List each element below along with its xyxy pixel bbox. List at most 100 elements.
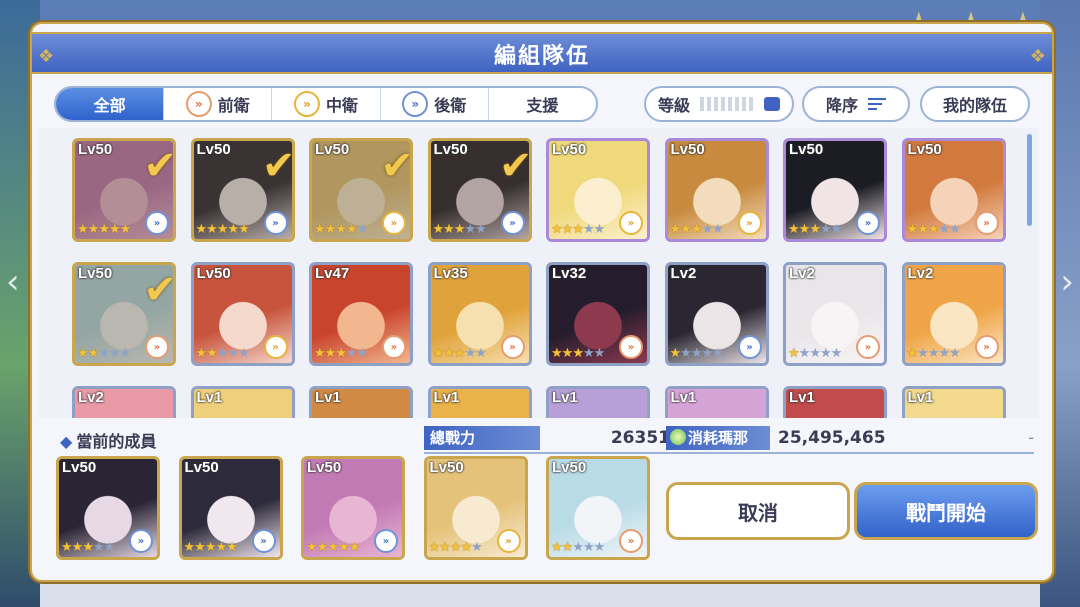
star-icon: ★ xyxy=(238,222,250,237)
member-card[interactable]: Lv50 ★★★★★» xyxy=(56,456,160,560)
tab-2[interactable]: » 中衛 xyxy=(272,88,381,120)
front-role-icon: » xyxy=(619,335,643,359)
character-card[interactable]: Lv50 ★★★★★» ✔ xyxy=(72,138,176,242)
star-rating: ★★★★★ xyxy=(77,346,132,361)
star-rating: ★★★★★ xyxy=(551,222,605,237)
member-card[interactable]: Lv50 ★★★★★» xyxy=(546,456,650,560)
character-card[interactable]: Lv2 ★★★★★» xyxy=(783,262,887,366)
tab-3[interactable]: » 後衛 xyxy=(381,88,489,120)
character-card[interactable]: Lv1 xyxy=(664,386,769,418)
star-icon: ★ xyxy=(906,222,919,237)
star-icon: ★ xyxy=(830,222,843,237)
front-role-icon: » xyxy=(500,335,525,359)
character-card[interactable]: Lv50 ★★★★★» xyxy=(901,138,1006,242)
star-icon: ★ xyxy=(98,222,110,237)
character-card[interactable]: Lv50 ★★★★★» xyxy=(783,138,887,242)
star-icon: ★ xyxy=(582,222,595,237)
star-icon: ★ xyxy=(561,222,574,237)
checkmark-icon: ✔ xyxy=(498,143,532,189)
character-card[interactable]: Lv50 ★★★★★» ✔ xyxy=(427,138,532,242)
level-label: Lv1 xyxy=(196,389,223,406)
sort-descending-icon xyxy=(868,98,886,110)
member-card[interactable]: Lv50 ★★★★★» xyxy=(178,456,283,560)
character-card[interactable]: Lv47 ★★★★★» xyxy=(309,262,413,366)
member-card[interactable]: Lv50 ★★★★★» xyxy=(301,456,405,560)
tab-0[interactable]: 全部 xyxy=(56,88,165,120)
member-card[interactable]: Lv50 ★★★★★» xyxy=(423,456,528,560)
cancel-button[interactable]: 取消 xyxy=(666,482,850,540)
star-icon: ★ xyxy=(917,222,929,237)
star-rating: ★★★★★ xyxy=(77,222,131,237)
star-icon: ★ xyxy=(77,222,89,237)
level-label: Lv35 xyxy=(433,265,468,282)
star-icon: ★ xyxy=(119,346,132,361)
character-card[interactable]: Lv50 ★★★★★» ✔ xyxy=(72,262,176,366)
star-icon: ★ xyxy=(432,222,445,237)
character-card[interactable]: Lv2 ★★★★★» xyxy=(901,262,1006,366)
star-icon: ★ xyxy=(475,222,487,237)
character-card[interactable]: Lv1 xyxy=(309,386,413,418)
level-sort-button[interactable]: 等級 xyxy=(644,86,794,122)
character-card[interactable]: Lv1 xyxy=(546,386,650,418)
character-card[interactable]: Lv2 xyxy=(72,386,176,418)
front-role-icon: » xyxy=(382,335,406,359)
character-card[interactable]: Lv32 ★★★★★» xyxy=(546,262,650,366)
back-role-icon: » xyxy=(129,529,153,553)
scrollbar[interactable] xyxy=(1027,134,1032,226)
corner-ornament-icon: ❖ xyxy=(1029,46,1046,67)
mana-cost-value: 25,495,465 xyxy=(778,428,886,448)
star-icon: ★ xyxy=(572,222,584,237)
level-label: Lv50 xyxy=(552,141,587,158)
star-icon: ★ xyxy=(324,222,337,237)
star-icon: ★ xyxy=(98,346,110,361)
right-arrow-icon[interactable]: › xyxy=(1060,262,1074,302)
level-label: Lv1 xyxy=(907,389,934,406)
star-icon: ★ xyxy=(345,222,358,237)
level-label: Lv2 xyxy=(907,265,934,282)
character-card[interactable]: Lv2 ★★★★★» xyxy=(664,262,769,366)
character-card[interactable]: Lv50 ★★★★★» xyxy=(546,138,650,242)
character-card[interactable]: Lv50 ★★★★★» ✔ xyxy=(309,138,413,242)
star-icon: ★ xyxy=(71,540,84,555)
character-card[interactable]: Lv50 ★★★★★» xyxy=(664,138,769,242)
order-button[interactable]: 降序 xyxy=(802,86,910,122)
character-card[interactable]: Lv1 xyxy=(427,386,532,418)
star-rating: ★★★★★ xyxy=(314,346,368,361)
star-rating: ★★★★★ xyxy=(906,222,961,237)
star-icon: ★ xyxy=(206,222,218,237)
checkmark-icon: ✔ xyxy=(380,143,413,189)
tab-1[interactable]: » 前衛 xyxy=(164,88,273,120)
start-battle-button[interactable]: 戰鬥開始 xyxy=(854,482,1038,540)
left-arrow-icon[interactable]: ‹ xyxy=(6,262,20,302)
character-card[interactable]: Lv1 xyxy=(783,386,887,418)
star-icon: ★ xyxy=(949,346,961,361)
level-sort-label: 等級 xyxy=(657,96,690,115)
character-grid: Lv50 ★★★★★» ✔ Lv50 ★★★★★» ✔ Lv50 ★★★★★» ✔ Lv50 ★★★… xyxy=(38,128,1038,418)
star-icon: ★ xyxy=(551,540,563,555)
back-role-icon: » xyxy=(263,211,288,235)
star-icon: ★ xyxy=(238,346,250,361)
tab-4[interactable]: 支援 xyxy=(489,88,596,120)
order-label: 降序 xyxy=(825,96,858,115)
mana-cost-label: 消耗瑪那 xyxy=(666,426,770,450)
character-card[interactable]: Lv35 ★★★★★» xyxy=(427,262,532,366)
level-label: Lv50 xyxy=(552,459,587,476)
star-rating: ★★★★★ xyxy=(551,346,605,361)
star-icon: ★ xyxy=(337,540,350,555)
character-card[interactable]: Lv1 xyxy=(901,386,1006,418)
star-icon: ★ xyxy=(108,222,121,237)
checkmark-icon: ✔ xyxy=(143,143,176,189)
character-card[interactable]: Lv50 ★★★★★» xyxy=(190,262,295,366)
star-icon: ★ xyxy=(582,346,595,361)
front-role-icon: » xyxy=(856,335,880,359)
level-label: Lv50 xyxy=(315,141,350,158)
star-icon: ★ xyxy=(471,540,483,555)
star-icon: ★ xyxy=(788,222,800,237)
level-label: Lv50 xyxy=(62,459,97,476)
character-card[interactable]: Lv1 xyxy=(190,386,295,418)
character-card[interactable]: Lv50 ★★★★★» ✔ xyxy=(190,138,295,242)
mid-role-icon: » xyxy=(263,335,288,359)
back-role-icon: » xyxy=(145,211,169,235)
level-label: Lv1 xyxy=(552,389,578,406)
my-party-button[interactable]: 我的隊伍 xyxy=(920,86,1030,122)
